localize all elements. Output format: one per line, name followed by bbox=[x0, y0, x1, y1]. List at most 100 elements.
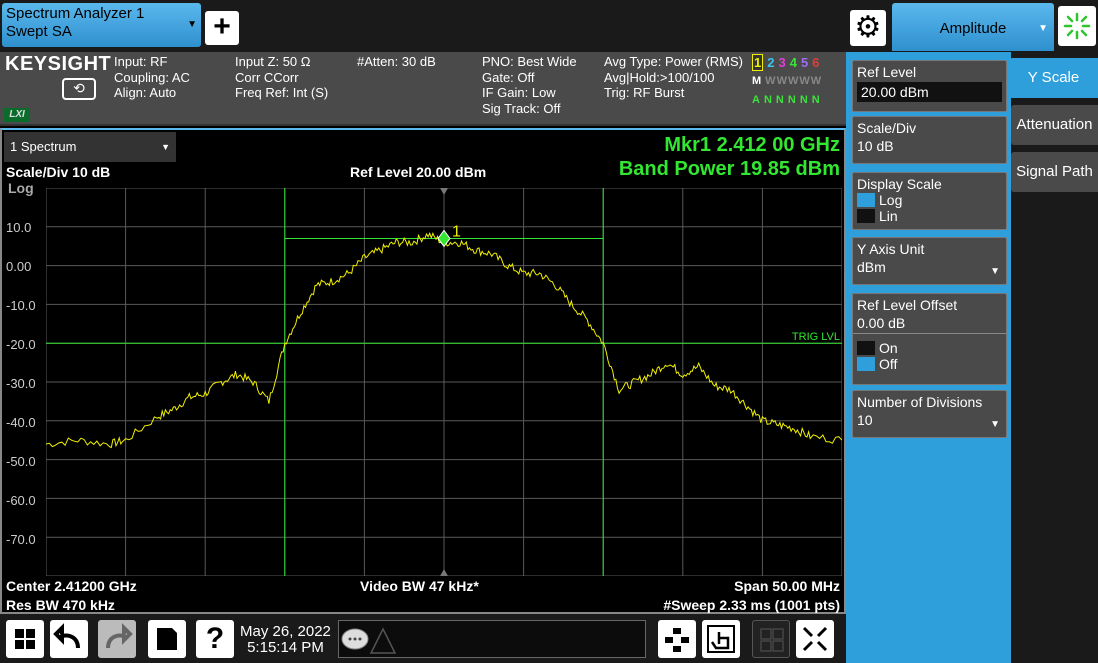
spectrum-plot[interactable]: TRIG LVL 1 bbox=[46, 188, 842, 576]
ref-level-input[interactable]: 20.00 dBm bbox=[857, 82, 1002, 102]
file-icon[interactable] bbox=[148, 620, 186, 658]
input-settings[interactable]: Input: RF Coupling: AC Align: Auto bbox=[114, 54, 190, 101]
y-tick: 10.0 bbox=[6, 220, 32, 235]
ref-level-offset-value[interactable]: 0.00 dB bbox=[853, 313, 1006, 334]
multi-window-icon[interactable] bbox=[658, 620, 696, 658]
input-impedance-settings[interactable]: Input Z: 50 Ω Corr CCorr Freq Ref: Int (… bbox=[235, 54, 328, 101]
analyzer-name: Spectrum Analyzer 1 bbox=[6, 5, 145, 22]
menu-title: Amplitude bbox=[939, 20, 1007, 37]
display-scale-key[interactable]: Display Scale Log Lin bbox=[852, 172, 1007, 230]
trace-5-type: W bbox=[799, 75, 810, 87]
y-tick: -50.0 bbox=[6, 454, 36, 469]
spectrum-window[interactable]: 1 Spectrum ▼ Scale/Div 10 dB Log Ref Lev… bbox=[0, 128, 846, 614]
center-frequency: Center 2.41200 GHz bbox=[6, 578, 137, 594]
analyzer-selector[interactable]: Spectrum Analyzer 1 Swept SA ▼ bbox=[2, 3, 201, 47]
span: Span 50.00 MHz bbox=[734, 578, 840, 594]
number-of-divisions-title: Number of Divisions bbox=[857, 394, 983, 410]
trace-3-type: W bbox=[776, 75, 787, 87]
lxi-logo: LXI bbox=[4, 108, 30, 122]
avg-trig-settings[interactable]: Avg Type: Power (RMS) Avg|Hold:>100/100 … bbox=[604, 54, 743, 101]
ref-offset-off-option[interactable]: Off bbox=[853, 356, 1006, 372]
menu-selector[interactable]: Amplitude ▼ bbox=[892, 3, 1054, 51]
touch-icon[interactable] bbox=[702, 620, 740, 658]
trace-2: 2 bbox=[767, 55, 775, 70]
trace-type-row: M WWWWW bbox=[752, 72, 844, 91]
measurement-info-bar: KEYSIGHT ⟲ LXI Input: RF Coupling: AC Al… bbox=[0, 52, 846, 126]
sweep-time: #Sweep 2.33 ms (1001 pts) bbox=[663, 597, 840, 613]
menu-tabs: Y Scale Attenuation Signal Path bbox=[1009, 52, 1098, 663]
log-label: Log bbox=[879, 192, 903, 208]
trace-3: 3 bbox=[778, 55, 786, 70]
trace-3-det: N bbox=[775, 94, 784, 106]
display-scale-lin-option[interactable]: Lin bbox=[853, 208, 1006, 224]
display-scale-title: Display Scale bbox=[857, 176, 942, 192]
message-area[interactable] bbox=[338, 620, 646, 658]
trace-4-det: N bbox=[787, 94, 796, 106]
y-tick: -70.0 bbox=[6, 532, 36, 547]
selected-indicator-icon bbox=[857, 193, 875, 207]
lin-label: Lin bbox=[879, 208, 898, 224]
add-screen-button[interactable]: + bbox=[205, 11, 239, 45]
number-of-divisions-key[interactable]: Number of Divisions 10 ▼ bbox=[852, 390, 1007, 438]
scale-type-label: Log bbox=[8, 180, 34, 196]
y-tick: -60.0 bbox=[6, 493, 36, 508]
align: Align: Auto bbox=[114, 85, 177, 100]
trace-2-type: W bbox=[765, 75, 776, 87]
number-of-divisions-value[interactable]: 10 bbox=[853, 410, 1006, 430]
trace-1: 1 bbox=[752, 54, 764, 71]
trace-6-det: N bbox=[811, 94, 820, 106]
band-power-readout: Band Power 19.85 dBm bbox=[618, 158, 840, 180]
input-rf: Input: RF bbox=[114, 54, 168, 69]
gear-icon[interactable]: ⚙ bbox=[850, 10, 886, 46]
y-tick: 0.00 bbox=[6, 259, 32, 274]
trace-2-det: N bbox=[763, 94, 772, 106]
y-axis-unit-value[interactable]: dBm bbox=[853, 257, 1006, 277]
fullscreen-toggle-icon[interactable]: ⟲ bbox=[62, 78, 96, 100]
if-gain: IF Gain: Low bbox=[482, 85, 556, 100]
y-axis-unit-title: Y Axis Unit bbox=[857, 241, 925, 257]
y-axis-unit-key[interactable]: Y Axis Unit dBm ▼ bbox=[852, 237, 1007, 285]
chevron-down-icon: ▼ bbox=[161, 142, 170, 152]
trace-status[interactable]: 123456 M WWWWW ANNNNN bbox=[752, 53, 844, 121]
undo-icon[interactable] bbox=[50, 620, 88, 658]
scale-div-key[interactable]: Scale/Div 10 dB bbox=[852, 116, 1007, 164]
attenuation-settings[interactable]: #Atten: 30 dB bbox=[357, 54, 436, 70]
sig-track: Sig Track: Off bbox=[482, 100, 561, 116]
ref-offset-on-option[interactable]: On bbox=[853, 340, 1006, 356]
avg-hold: Avg|Hold:>100/100 bbox=[604, 69, 715, 85]
redo-icon[interactable] bbox=[98, 620, 136, 658]
y-tick: -40.0 bbox=[6, 415, 36, 430]
help-icon[interactable]: ? bbox=[196, 620, 234, 658]
scale-div-title: Scale/Div bbox=[857, 120, 917, 136]
tab-y-scale[interactable]: Y Scale bbox=[1009, 58, 1098, 98]
video-bw: Video BW 47 kHz* bbox=[360, 578, 479, 594]
scale-div-value[interactable]: 10 dB bbox=[853, 136, 1006, 156]
tab-attenuation[interactable]: Attenuation bbox=[1011, 105, 1098, 145]
trace-1-type: M bbox=[752, 75, 762, 87]
display-scale-log-option[interactable]: Log bbox=[853, 192, 1006, 208]
ref-level-label: Ref Level 20.00 dBm bbox=[350, 164, 487, 180]
chevron-down-icon: ▼ bbox=[1038, 23, 1048, 34]
trigger-level-label: TRIG LVL bbox=[792, 331, 840, 343]
ref-level-offset-key[interactable]: Ref Level Offset 0.00 dB On Off bbox=[852, 293, 1007, 385]
gate: Gate: Off bbox=[482, 69, 535, 85]
windows-icon[interactable] bbox=[6, 620, 44, 658]
time-label: 5:15:14 PM bbox=[247, 639, 324, 656]
unselected-indicator-icon bbox=[857, 209, 875, 223]
title-bar: Spectrum Analyzer 1 Swept SA ▼ + ⚙ Ampli… bbox=[0, 0, 1098, 52]
keysight-logo: KEYSIGHT bbox=[5, 53, 112, 75]
freq-ref: Freq Ref: Int (S) bbox=[235, 85, 329, 100]
zoom-expand-icon[interactable] bbox=[796, 620, 834, 658]
pno-settings[interactable]: PNO: Best Wide Gate: Off IF Gain: Low Si… bbox=[482, 54, 577, 116]
tab-signal-path[interactable]: Signal Path bbox=[1011, 152, 1098, 192]
on-label: On bbox=[879, 340, 898, 356]
chevron-down-icon: ▼ bbox=[990, 266, 1000, 277]
trace-5: 5 bbox=[800, 55, 809, 70]
trace-4: 4 bbox=[789, 55, 797, 70]
avg-type: Avg Type: Power (RMS) bbox=[604, 54, 743, 69]
grid-layout-icon[interactable] bbox=[752, 620, 790, 658]
ref-level-key[interactable]: Ref Level 20.00 dBm bbox=[852, 60, 1007, 112]
date-label: May 26, 2022 bbox=[240, 623, 331, 640]
window-selector[interactable]: 1 Spectrum ▼ bbox=[4, 132, 176, 162]
res-bw: Res BW 470 kHz bbox=[6, 597, 115, 613]
